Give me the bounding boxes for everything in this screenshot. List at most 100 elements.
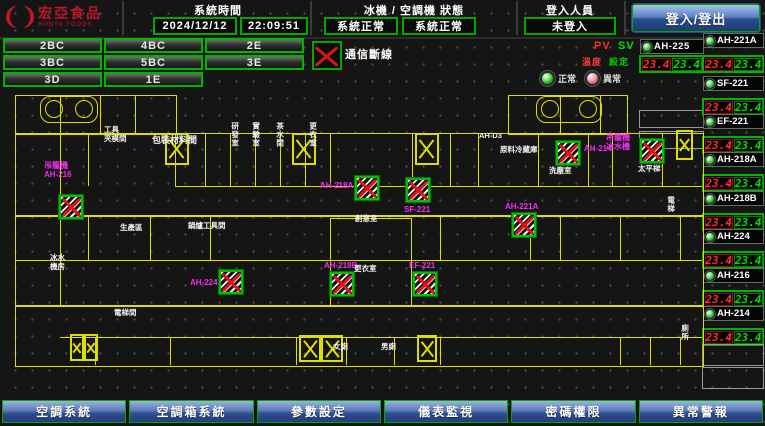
unit-name: SF-221 bbox=[717, 78, 748, 89]
floor-button-3D[interactable]: 3D bbox=[3, 72, 102, 87]
device-hatch bbox=[357, 178, 377, 198]
room-label: 生產區 bbox=[120, 224, 143, 233]
wall-segment bbox=[440, 337, 441, 365]
floor-button-1E[interactable]: 1E bbox=[104, 72, 203, 87]
footer-button-參數設定[interactable]: 參數設定 bbox=[257, 400, 381, 423]
sv-value: 23.4 bbox=[734, 139, 763, 152]
room-label: 原料冷藏庫 bbox=[500, 146, 538, 155]
map-device-icon-AH-224[interactable] bbox=[218, 269, 244, 295]
pv-value: 23.4 bbox=[705, 58, 734, 71]
unit-name-bar[interactable]: AH-225 bbox=[640, 39, 704, 54]
map-device-icon-AH-214[interactable] bbox=[555, 140, 581, 166]
footer-button-空調系統[interactable]: 空調系統 bbox=[2, 400, 126, 423]
wall-segment bbox=[88, 133, 89, 186]
room-label: 研發室 bbox=[230, 122, 239, 148]
separator bbox=[624, 1, 626, 35]
footer-button-密碼權限[interactable]: 密碼權限 bbox=[511, 400, 635, 423]
map-device-icon-AH-218B[interactable] bbox=[329, 271, 355, 297]
legend-abnormal-label: 異常 bbox=[603, 72, 621, 85]
floor-button-5BC[interactable]: 5BC bbox=[104, 55, 203, 70]
room-label: 更衣室 bbox=[354, 265, 377, 274]
unit-name-bar[interactable]: EF-221 bbox=[703, 114, 764, 129]
unit-name: AH-218A bbox=[717, 154, 757, 165]
unit-name-bar[interactable]: AH-214 bbox=[703, 306, 764, 321]
map-device-label: AH-218B bbox=[324, 262, 357, 271]
brand-name-en: HUNYA FOODS bbox=[38, 22, 102, 28]
chiller-status-value: 系統正常 bbox=[324, 17, 398, 35]
map-device-icon-吊籠機-AH-216[interactable] bbox=[58, 194, 84, 220]
separator bbox=[122, 1, 124, 35]
sv-value: 23.4 bbox=[734, 331, 763, 344]
map-device-icon-AH-221A[interactable] bbox=[511, 212, 537, 238]
room-label: 廁所 bbox=[680, 324, 689, 341]
room-label: 鍋爐工具間 bbox=[188, 222, 226, 231]
separator bbox=[516, 1, 518, 35]
room-label: 女廁 bbox=[333, 343, 348, 352]
device-hatch bbox=[408, 180, 428, 200]
wall-segment bbox=[170, 337, 171, 365]
wall-segment bbox=[100, 95, 101, 133]
floor-button-2E[interactable]: 2E bbox=[205, 38, 304, 53]
unit-name-bar[interactable]: AH-216 bbox=[703, 268, 764, 283]
unit-name-bar[interactable]: AH-218A bbox=[703, 152, 764, 167]
floor-selector: 2BC4BC2E 3BC5BC3E 3D1E bbox=[3, 38, 304, 87]
map-device-label: AH-224 bbox=[190, 279, 218, 288]
floor-button-4BC[interactable]: 4BC bbox=[104, 38, 203, 53]
pv-value: 23.4 bbox=[705, 101, 734, 114]
map-device-label: AH-218A bbox=[320, 182, 353, 191]
unit-name-bar[interactable]: AH-224 bbox=[703, 229, 764, 244]
room-label: 電梯 bbox=[666, 196, 675, 213]
stair-symbol bbox=[84, 334, 98, 361]
unit-status-led bbox=[705, 232, 715, 242]
footer-button-空調箱系統[interactable]: 空調箱系統 bbox=[129, 400, 253, 423]
unit-values: 23.4 23.4 bbox=[639, 55, 704, 73]
device-hatch bbox=[415, 274, 435, 294]
unit-name-bar[interactable]: AH-218B bbox=[703, 191, 764, 206]
set-label-1: 溫度 bbox=[582, 55, 602, 68]
wall-segment bbox=[560, 215, 561, 260]
unit-column-right: AH-221A23.423.4SF-22123.423.4EF-22123.42… bbox=[702, 33, 764, 393]
login-logout-button[interactable]: 登入/登出 bbox=[632, 4, 760, 32]
unit-status-led bbox=[705, 271, 715, 281]
legend-normal: 正常 bbox=[540, 71, 576, 86]
footer-button-異常警報[interactable]: 異常警報 bbox=[639, 400, 763, 423]
map-device-icon-AH-218A[interactable] bbox=[354, 175, 380, 201]
wall-segment bbox=[60, 337, 702, 338]
pv-value: 23.4 bbox=[705, 216, 734, 229]
legend-normal-label: 正常 bbox=[558, 72, 576, 85]
sv-value: 23.4 bbox=[672, 58, 702, 71]
map-device-icon-SF-221[interactable] bbox=[405, 177, 431, 203]
room-label: 冰水 機房 bbox=[50, 254, 65, 271]
footer-button-儀表監視[interactable]: 儀表監視 bbox=[384, 400, 508, 423]
stair-symbol bbox=[299, 335, 321, 362]
unit-status-led bbox=[705, 155, 715, 165]
stair-symbol bbox=[676, 130, 693, 160]
floor-button-3E[interactable]: 3E bbox=[205, 55, 304, 70]
unit-name-bar[interactable]: AH-221A bbox=[703, 33, 764, 48]
unit-status-led bbox=[705, 309, 715, 319]
floor-button-2BC[interactable]: 2BC bbox=[3, 38, 102, 53]
map-device-label: AH-221A bbox=[505, 203, 538, 212]
device-hatch bbox=[61, 197, 81, 217]
spiral-inner bbox=[579, 100, 597, 118]
wall-segment bbox=[620, 215, 621, 260]
system-time-title: 系統時間 bbox=[130, 2, 306, 18]
unit-name: AH-214 bbox=[717, 308, 750, 319]
wall-segment bbox=[680, 215, 681, 260]
hvac-hmi-screen: 宏亞食品 HUNYA FOODS 系統時間 2024/12/12 22:09:5… bbox=[0, 0, 765, 426]
room-label: 茶水間 bbox=[275, 122, 284, 148]
map-device-icon-EF-221[interactable] bbox=[412, 271, 438, 297]
unit-status-led bbox=[642, 42, 652, 52]
unit-name-bar[interactable]: SF-221 bbox=[703, 76, 764, 91]
stair-symbol bbox=[417, 335, 437, 362]
room-label: 男廁 bbox=[381, 343, 396, 352]
wall-segment bbox=[330, 133, 331, 186]
unit-name: AH-224 bbox=[717, 231, 750, 242]
map-device-icon-吊籠機-冰水機[interactable] bbox=[639, 138, 665, 164]
device-hatch bbox=[642, 141, 662, 161]
floor-button-3BC[interactable]: 3BC bbox=[3, 55, 102, 70]
spiral-stair-symbol bbox=[536, 96, 602, 123]
unit-values: 23.423.4 bbox=[702, 251, 764, 269]
sv-value: 23.4 bbox=[734, 216, 763, 229]
wall-segment bbox=[440, 215, 441, 260]
